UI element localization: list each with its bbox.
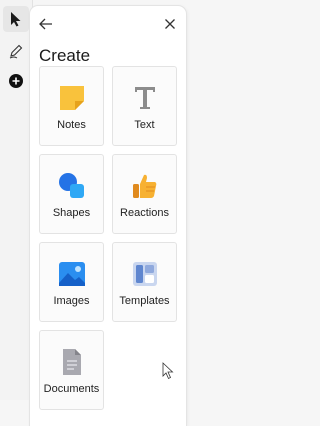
images-card[interactable]: Images	[39, 242, 104, 322]
text-icon	[134, 87, 155, 109]
cursor-arrow-icon	[11, 12, 21, 27]
notes-label: Notes	[57, 119, 86, 131]
pen-icon	[9, 44, 23, 59]
thumbs-up-icon	[132, 174, 156, 198]
templates-card[interactable]: Templates	[112, 242, 177, 322]
text-card[interactable]: Text	[112, 66, 177, 146]
documents-label: Documents	[43, 383, 100, 395]
templates-icon	[132, 262, 157, 286]
shapes-card[interactable]: Shapes	[39, 154, 104, 234]
reactions-card[interactable]: Reactions	[112, 154, 177, 234]
close-button[interactable]	[158, 12, 182, 36]
document-icon	[62, 349, 81, 375]
pen-tool-button[interactable]	[3, 38, 29, 64]
sticky-note-icon	[59, 86, 84, 110]
arrow-left-icon	[39, 18, 52, 30]
text-label: Text	[134, 119, 155, 131]
templates-label: Templates	[119, 295, 170, 307]
mouse-pointer-icon	[162, 362, 174, 380]
notes-card[interactable]: Notes	[39, 66, 104, 146]
image-icon	[58, 262, 85, 286]
add-tool-button[interactable]	[3, 68, 29, 94]
documents-card[interactable]: Documents	[39, 330, 104, 410]
close-icon	[165, 19, 175, 29]
back-button[interactable]	[34, 12, 58, 36]
plus-circle-icon	[9, 74, 23, 88]
tool-rail	[0, 0, 33, 400]
panel-title: Create	[39, 46, 91, 65]
select-tool-button[interactable]	[3, 6, 29, 32]
reactions-label: Reactions	[120, 207, 169, 219]
shapes-icon	[58, 173, 84, 198]
shapes-label: Shapes	[52, 207, 91, 219]
images-label: Images	[53, 295, 90, 307]
